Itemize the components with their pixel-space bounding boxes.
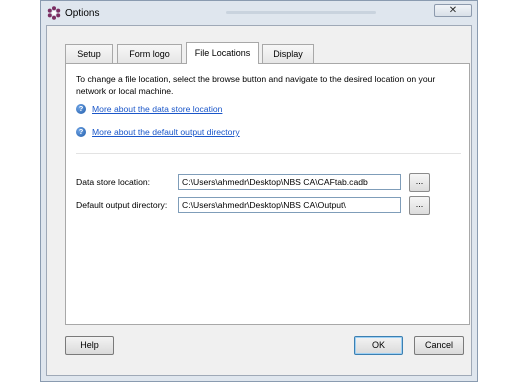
tab-file-locations[interactable]: File Locations bbox=[186, 42, 259, 64]
ok-button[interactable]: OK bbox=[354, 336, 403, 355]
data-store-label: Data store location: bbox=[76, 177, 151, 187]
output-dir-input[interactable]: C:\Users\ahmedr\Desktop\NBS CA\Output\ bbox=[178, 197, 401, 213]
options-window: Options ✕ Setup Form logo File Locations… bbox=[40, 0, 478, 382]
close-button[interactable]: ✕ bbox=[434, 4, 472, 17]
output-dir-help-link-text[interactable]: More about the default output directory bbox=[92, 127, 240, 137]
data-store-input[interactable]: C:\Users\ahmedr\Desktop\NBS CA\CAFtab.ca… bbox=[178, 174, 401, 190]
title-bar[interactable]: Options ✕ bbox=[41, 1, 477, 25]
cancel-button[interactable]: Cancel bbox=[414, 336, 464, 355]
help-icon: ? bbox=[76, 104, 86, 114]
data-store-browse-button[interactable]: ... bbox=[409, 173, 430, 192]
output-dir-browse-button[interactable]: ... bbox=[409, 196, 430, 215]
app-logo-icon bbox=[47, 6, 61, 20]
close-icon: ✕ bbox=[448, 5, 458, 16]
help-button[interactable]: Help bbox=[65, 336, 114, 355]
output-dir-label: Default output directory: bbox=[76, 200, 168, 210]
window-title: Options bbox=[65, 8, 100, 19]
title-bar-blur bbox=[226, 11, 376, 14]
divider bbox=[76, 153, 461, 154]
help-icon: ? bbox=[76, 127, 86, 137]
intro-text: To change a file location, select the br… bbox=[76, 74, 436, 96]
tab-form-logo[interactable]: Form logo bbox=[117, 44, 182, 63]
dialog-body: Setup Form logo File Locations Display T… bbox=[46, 25, 472, 376]
tab-setup[interactable]: Setup bbox=[65, 44, 113, 63]
tab-display[interactable]: Display bbox=[262, 44, 314, 63]
file-locations-panel: To change a file location, select the br… bbox=[65, 63, 470, 325]
data-store-help-link-text[interactable]: More about the data store location bbox=[92, 104, 222, 114]
